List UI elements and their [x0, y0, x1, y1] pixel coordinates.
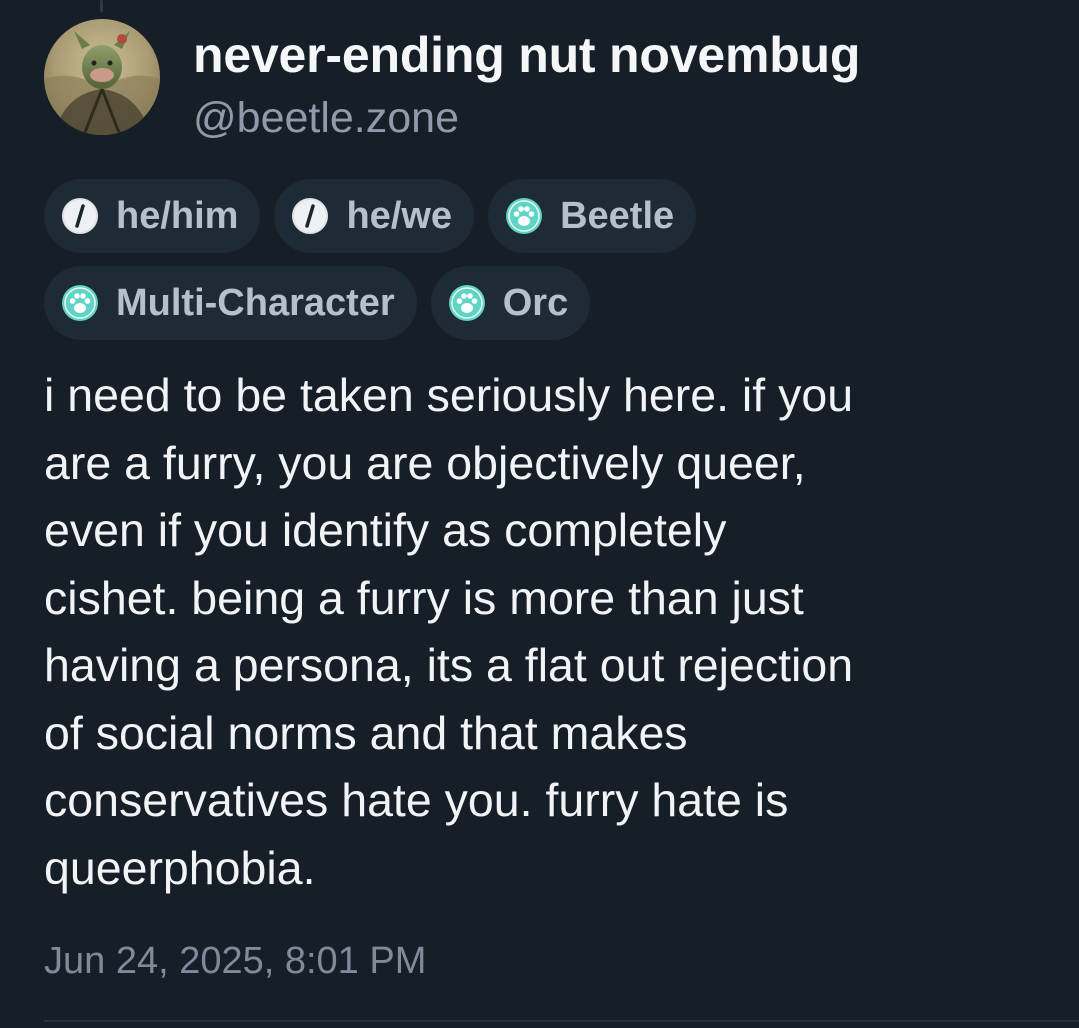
tag-pronoun-he-him[interactable]: he/him: [44, 179, 261, 253]
post-body-line: even if you identify as completely: [44, 504, 727, 556]
tag-label: he/we: [346, 194, 453, 237]
paw-icon: [60, 283, 100, 323]
post: never-ending nut novembug @beetle.zone h…: [0, 0, 1079, 1028]
tag-pronoun-he-we[interactable]: he/we: [274, 179, 475, 253]
handle[interactable]: @beetle.zone: [193, 92, 459, 144]
post-body-line: conservatives hate you. furry hate is: [44, 774, 789, 826]
divider: [44, 1020, 1079, 1022]
display-name[interactable]: never-ending nut novembug: [193, 26, 860, 84]
post-body-line: i need to be taken seriously here. if yo…: [44, 369, 854, 421]
tag-label: Multi-Character: [116, 281, 395, 324]
post-body-line: of social norms and that makes: [44, 706, 688, 759]
paw-icon: [447, 283, 487, 323]
tag-row: Multi-Character Orc: [44, 266, 764, 340]
post-body-line: having a persona, its a flat out rejecti…: [44, 639, 854, 691]
pronoun-icon: [290, 196, 330, 236]
tag-species-orc[interactable]: Orc: [430, 266, 591, 340]
post-body-line: queerphobia.: [44, 841, 316, 894]
profile-tags: he/him he/we Beetle Multi-Character Orc: [44, 179, 764, 353]
post-body-line: are a furry, you are objectively queer,: [44, 436, 806, 489]
post-timestamp[interactable]: Jun 24, 2025, 8:01 PM: [44, 938, 426, 984]
paw-icon: [504, 196, 544, 236]
tag-label: he/him: [116, 194, 239, 237]
tag-label: Beetle: [560, 194, 675, 237]
avatar[interactable]: [44, 19, 160, 135]
tag-label: Orc: [502, 281, 569, 324]
thread-line: [100, 0, 103, 12]
pronoun-icon: [60, 196, 100, 236]
tag-row: he/him he/we Beetle: [44, 179, 764, 253]
post-body: i need to be taken seriously here. if yo…: [44, 362, 1044, 902]
tag-species-multi-character[interactable]: Multi-Character: [44, 266, 417, 340]
post-body-line: cishet. being a furry is more than just: [44, 571, 804, 624]
tag-species-beetle[interactable]: Beetle: [488, 179, 697, 253]
